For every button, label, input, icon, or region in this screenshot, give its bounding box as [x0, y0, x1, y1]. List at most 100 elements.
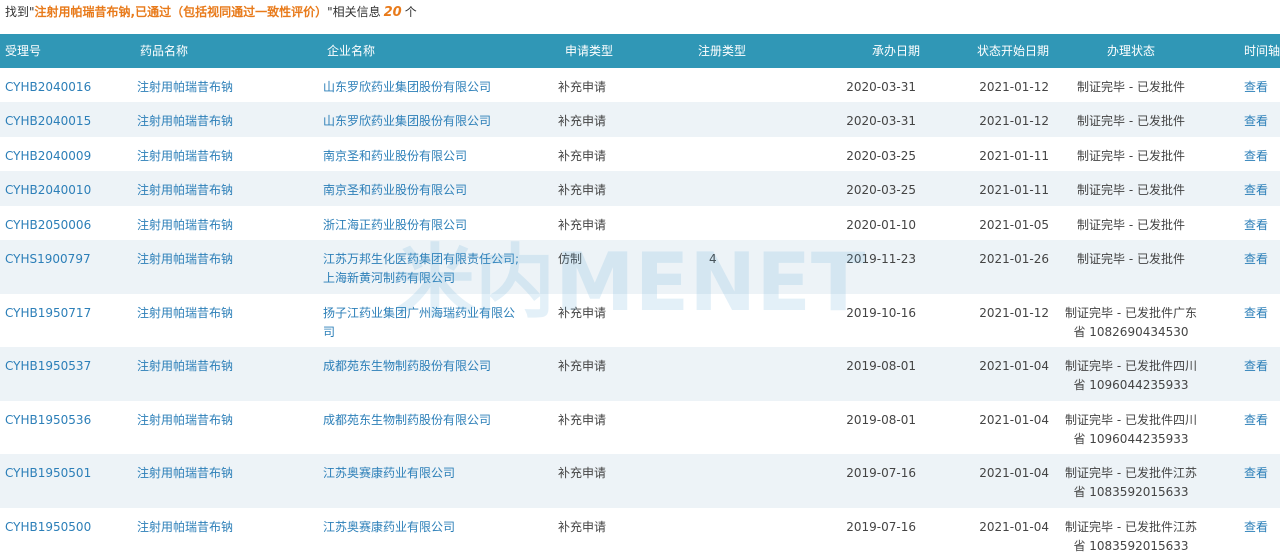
reg-type: [670, 171, 785, 206]
view-timeline-link[interactable]: 查看: [1210, 508, 1280, 556]
view-timeline-link[interactable]: 查看: [1210, 240, 1280, 294]
status-start-date: 2021-01-11: [979, 149, 1049, 163]
app-type: 补充申请: [558, 183, 607, 197]
table-row: CYHB1950537 注射用帕瑞昔布钠 成都苑东生物制药股份有限公司 补充申请…: [0, 347, 1280, 401]
drug-name-link[interactable]: 注射用帕瑞昔布钠: [120, 294, 320, 347]
col-header-date[interactable]: 承办日期: [785, 34, 920, 68]
accept-no-link[interactable]: CYHB1950717: [0, 294, 120, 347]
company-link[interactable]: 浙江海正药业股份有限公司: [320, 206, 555, 240]
company-name-line2: 上海新黄河制药有限公司: [323, 271, 456, 285]
view-timeline-link[interactable]: 查看: [1210, 347, 1280, 401]
app-type: 补充申请: [558, 80, 607, 94]
status-start-date: 2021-01-04: [979, 413, 1049, 427]
process-status: 制证完毕 - 已发批件四川省 1096044235933: [1052, 347, 1210, 401]
accept-no-link[interactable]: CYHB2040010: [0, 171, 120, 206]
status-text: 制证完毕 - 已发批件: [1077, 183, 1185, 197]
table-header: 受理号 药品名称 企业名称 申请类型 注册类型 承办日期 状态开始日期 办理状态…: [0, 34, 1280, 68]
process-status: 制证完毕 - 已发批件: [1052, 240, 1210, 294]
col-header-company[interactable]: 企业名称: [320, 34, 555, 68]
company-link[interactable]: 山东罗欣药业集团股份有限公司: [320, 68, 555, 102]
status-line1: 制证完毕 - 已发批件江苏: [1065, 466, 1197, 480]
company-link[interactable]: 南京圣和药业股份有限公司: [320, 171, 555, 206]
table-row: CYHB1950717 注射用帕瑞昔布钠 扬子江药业集团广州海瑞药业有限公司 补…: [0, 294, 1280, 347]
summary-prefix: 找到": [5, 5, 35, 19]
process-status: 制证完毕 - 已发批件: [1052, 137, 1210, 171]
status-start-date: 2021-01-26: [979, 252, 1049, 266]
drug-name-link[interactable]: 注射用帕瑞昔布钠: [120, 102, 320, 137]
reg-type: [670, 102, 785, 137]
drug-name-link[interactable]: 注射用帕瑞昔布钠: [120, 508, 320, 556]
reg-type: [670, 347, 785, 401]
view-timeline-link[interactable]: 查看: [1210, 454, 1280, 508]
app-type: 补充申请: [558, 466, 607, 480]
view-timeline-link[interactable]: 查看: [1210, 171, 1280, 206]
status-line2: 省 1083592015633: [1073, 539, 1189, 553]
company-link[interactable]: 成都苑东生物制药股份有限公司: [320, 347, 555, 401]
app-type: 补充申请: [558, 359, 607, 373]
summary-middle: "相关信息: [327, 5, 381, 19]
col-header-status[interactable]: 办理状态: [1052, 34, 1210, 68]
table-row: CYHB1950536 注射用帕瑞昔布钠 成都苑东生物制药股份有限公司 补充申请…: [0, 401, 1280, 454]
process-status: 制证完毕 - 已发批件江苏省 1083592015633: [1052, 508, 1210, 556]
app-type: 补充申请: [558, 413, 607, 427]
status-line1: 制证完毕 - 已发批件江苏: [1065, 520, 1197, 534]
drug-name-link[interactable]: 注射用帕瑞昔布钠: [120, 401, 320, 454]
accept-no-link[interactable]: CYHB2040015: [0, 102, 120, 137]
view-timeline-link[interactable]: 查看: [1210, 137, 1280, 171]
reg-type: [670, 206, 785, 240]
reg-type: [670, 68, 785, 102]
status-text: 制证完毕 - 已发批件: [1077, 252, 1185, 266]
company-link[interactable]: 江苏奥赛康药业有限公司: [320, 454, 555, 508]
view-timeline-link[interactable]: 查看: [1210, 401, 1280, 454]
drug-name-link[interactable]: 注射用帕瑞昔布钠: [120, 347, 320, 401]
undertake-date: 2020-03-25: [846, 183, 916, 197]
col-header-app-type[interactable]: 申请类型: [555, 34, 670, 68]
col-header-status-date[interactable]: 状态开始日期: [920, 34, 1052, 68]
status-start-date: 2021-01-04: [979, 359, 1049, 373]
table-row: CYHB2040016 注射用帕瑞昔布钠 山东罗欣药业集团股份有限公司 补充申请…: [0, 68, 1280, 102]
view-timeline-link[interactable]: 查看: [1210, 294, 1280, 347]
col-header-accept-no[interactable]: 受理号: [0, 34, 120, 68]
drug-name-link[interactable]: 注射用帕瑞昔布钠: [120, 454, 320, 508]
process-status: 制证完毕 - 已发批件广东省 1082690434530: [1052, 294, 1210, 347]
view-timeline-link[interactable]: 查看: [1210, 206, 1280, 240]
app-type: 补充申请: [558, 520, 607, 534]
status-start-date: 2021-01-12: [979, 80, 1049, 94]
undertake-date: 2019-07-16: [846, 466, 916, 480]
status-start-date: 2021-01-04: [979, 466, 1049, 480]
accept-no-link[interactable]: CYHB2050006: [0, 206, 120, 240]
accept-no-link[interactable]: CYHB1950537: [0, 347, 120, 401]
status-start-date: 2021-01-05: [979, 218, 1049, 232]
drug-name-link[interactable]: 注射用帕瑞昔布钠: [120, 240, 320, 294]
status-line2: 省 1083592015633: [1073, 485, 1189, 499]
view-timeline-link[interactable]: 查看: [1210, 102, 1280, 137]
accept-no-link[interactable]: CYHB2040016: [0, 68, 120, 102]
table-row: CYHB1950501 注射用帕瑞昔布钠 江苏奥赛康药业有限公司 补充申请 20…: [0, 454, 1280, 508]
accept-no-link[interactable]: CYHB1950501: [0, 454, 120, 508]
company-link[interactable]: 南京圣和药业股份有限公司: [320, 137, 555, 171]
accept-no-link[interactable]: CYHB1950500: [0, 508, 120, 556]
drug-name-link[interactable]: 注射用帕瑞昔布钠: [120, 171, 320, 206]
company-link[interactable]: 山东罗欣药业集团股份有限公司: [320, 102, 555, 137]
col-header-drug-name[interactable]: 药品名称: [120, 34, 320, 68]
col-header-reg-type[interactable]: 注册类型: [670, 34, 785, 68]
company-link[interactable]: 江苏奥赛康药业有限公司: [320, 508, 555, 556]
accept-no-link[interactable]: CYHB2040009: [0, 137, 120, 171]
table-row: CYHB1950500 注射用帕瑞昔布钠 江苏奥赛康药业有限公司 补充申请 20…: [0, 508, 1280, 556]
status-start-date: 2021-01-04: [979, 520, 1049, 534]
summary-suffix: 个: [404, 5, 417, 19]
drug-name-link[interactable]: 注射用帕瑞昔布钠: [120, 137, 320, 171]
company-link[interactable]: 成都苑东生物制药股份有限公司: [320, 401, 555, 454]
drug-name-link[interactable]: 注射用帕瑞昔布钠: [120, 206, 320, 240]
drug-name-link[interactable]: 注射用帕瑞昔布钠: [120, 68, 320, 102]
accept-no-link[interactable]: CYHB1950536: [0, 401, 120, 454]
company-link[interactable]: 江苏万邦生化医药集团有限责任公司; 上海新黄河制药有限公司: [320, 240, 555, 294]
status-line1: 制证完毕 - 已发批件四川: [1065, 413, 1197, 427]
status-line2: 省 1082690434530: [1073, 325, 1189, 339]
reg-type: [670, 508, 785, 556]
accept-no-link[interactable]: CYHS1900797: [0, 240, 120, 294]
table-row: CYHB2040010 注射用帕瑞昔布钠 南京圣和药业股份有限公司 补充申请 2…: [0, 171, 1280, 206]
view-timeline-link[interactable]: 查看: [1210, 68, 1280, 102]
process-status: 制证完毕 - 已发批件江苏省 1083592015633: [1052, 454, 1210, 508]
company-link[interactable]: 扬子江药业集团广州海瑞药业有限公司: [320, 294, 555, 347]
